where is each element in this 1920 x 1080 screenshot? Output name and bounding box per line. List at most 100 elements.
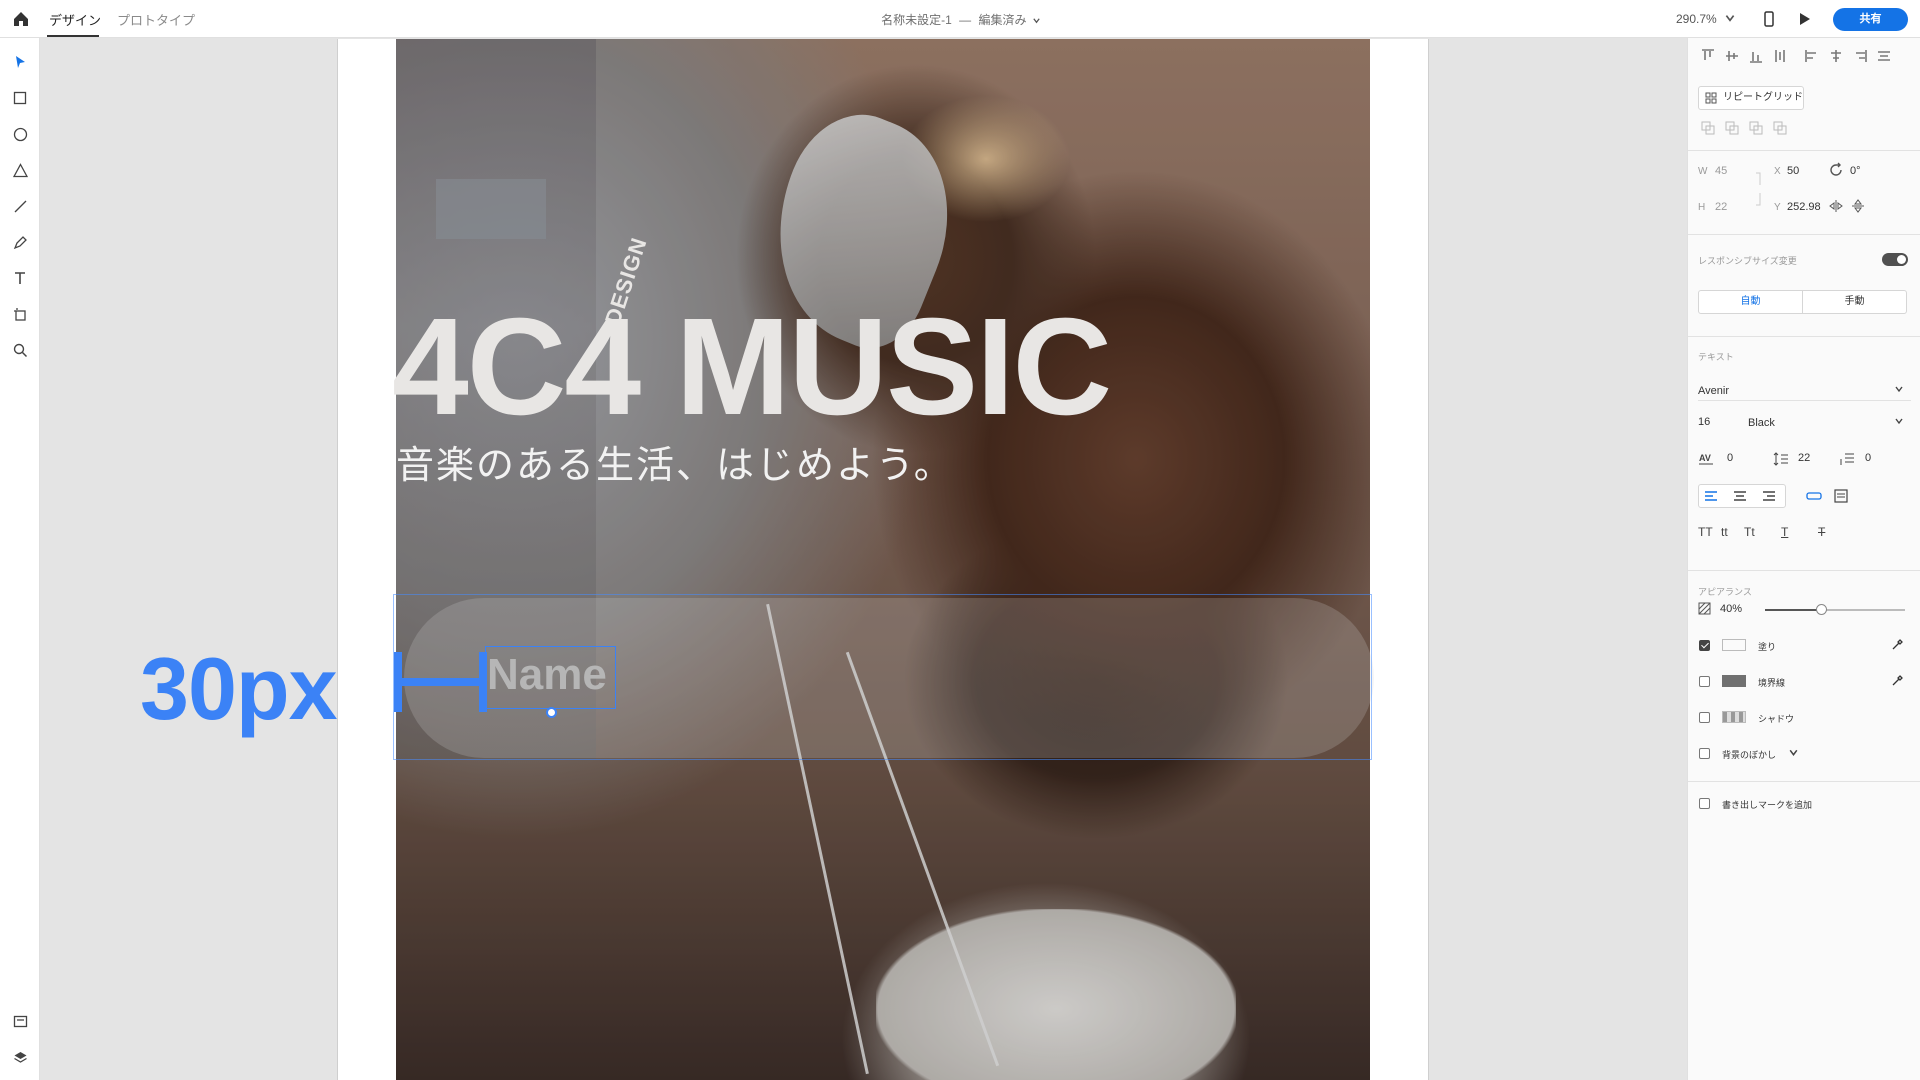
paragraph-spacing-icon — [1840, 453, 1854, 465]
opacity-field[interactable]: 40% — [1720, 603, 1742, 615]
align-right-icon[interactable] — [1852, 48, 1868, 64]
underline-button[interactable]: T — [1781, 525, 1788, 539]
fixed-size-icon[interactable] — [1833, 488, 1849, 504]
zoom-icon[interactable] — [10, 340, 30, 360]
lock-aspect-icon[interactable] — [1755, 171, 1763, 207]
width-label: W — [1698, 166, 1708, 177]
share-button[interactable]: 共有 — [1833, 8, 1908, 31]
device-preview-icon[interactable] — [1760, 10, 1778, 28]
active-tab-indicator — [47, 35, 99, 37]
boolean-add-icon[interactable] — [1700, 120, 1716, 136]
line-icon[interactable] — [10, 196, 30, 216]
font-size-field[interactable]: 16 — [1698, 416, 1710, 428]
x-label: X — [1774, 166, 1781, 177]
align-middle-icon[interactable] — [1724, 48, 1740, 64]
text-resize-handle[interactable] — [546, 707, 557, 718]
eyedropper-icon[interactable] — [1891, 673, 1905, 687]
boolean-exclude-icon[interactable] — [1772, 120, 1788, 136]
layers-icon[interactable] — [10, 1047, 30, 1067]
shadow-preview-swatch[interactable] — [1722, 711, 1746, 723]
font-family-dropdown[interactable]: Avenir — [1698, 385, 1729, 397]
document-status: 編集済み — [978, 13, 1027, 27]
character-spacing-icon: AV — [1699, 453, 1713, 465]
fill-color-swatch[interactable] — [1722, 639, 1746, 651]
divider — [1688, 150, 1920, 151]
rectangle-icon[interactable] — [10, 88, 30, 108]
spacing-guide-bar — [398, 678, 485, 686]
distribute-vertical-icon[interactable] — [1772, 48, 1788, 64]
background-blur-label: 背景のぼかし — [1722, 750, 1777, 760]
flip-horizontal-icon[interactable] — [1828, 198, 1844, 214]
chevron-down-icon[interactable] — [1788, 747, 1799, 758]
strikethrough-button[interactable]: T — [1818, 525, 1825, 539]
character-spacing-field[interactable]: 0 — [1727, 452, 1733, 464]
y-label: Y — [1774, 202, 1781, 213]
responsive-auto-button[interactable]: 自動 — [1698, 290, 1803, 314]
border-checkbox[interactable] — [1699, 676, 1710, 687]
distribute-horizontal-icon[interactable] — [1876, 48, 1892, 64]
brand-logo-text[interactable]: 4C4 MUSIC — [392, 298, 1112, 436]
opacity-slider-thumb[interactable] — [1816, 604, 1827, 615]
paragraph-spacing-field[interactable]: 0 — [1865, 452, 1871, 464]
border-label: 境界線 — [1758, 678, 1786, 688]
chevron-down-icon — [1895, 418, 1903, 425]
responsive-resize-label: レスポンシブサイズ変更 — [1698, 256, 1797, 266]
triangle-icon[interactable] — [10, 160, 30, 180]
zoom-level[interactable]: 290.7% — [1676, 12, 1717, 26]
text-align-center-icon[interactable] — [1732, 488, 1748, 504]
responsive-manual-button[interactable]: 手動 — [1802, 290, 1907, 314]
align-bottom-icon[interactable] — [1748, 48, 1764, 64]
spacing-annotation: 30px — [140, 639, 338, 738]
x-field[interactable]: 50 — [1787, 165, 1799, 177]
background-blur-checkbox[interactable] — [1699, 748, 1710, 759]
pen-icon[interactable] — [10, 232, 30, 252]
width-field[interactable]: 45 — [1715, 165, 1727, 177]
auto-width-icon[interactable] — [1806, 488, 1822, 504]
eyedropper-icon[interactable] — [1891, 637, 1905, 651]
ellipse-icon[interactable] — [10, 124, 30, 144]
zoom-chevron-down-icon[interactable] — [1724, 12, 1736, 24]
lowercase-button[interactable]: tt — [1721, 525, 1728, 539]
artboard-icon[interactable] — [10, 304, 30, 324]
chevron-down-icon — [1895, 386, 1903, 393]
shadow-checkbox[interactable] — [1699, 712, 1710, 723]
align-top-icon[interactable] — [1700, 48, 1716, 64]
opacity-icon — [1698, 602, 1711, 615]
repeat-grid-button[interactable]: リピートグリッド — [1698, 86, 1804, 110]
divider — [1688, 570, 1920, 571]
export-mark-checkbox[interactable] — [1699, 798, 1710, 809]
uppercase-button[interactable]: TT — [1698, 525, 1713, 539]
text-icon[interactable] — [10, 268, 30, 288]
repeat-grid-label: リピートグリッド — [1723, 92, 1803, 103]
text-align-right-icon[interactable] — [1761, 488, 1777, 504]
property-inspector: リピートグリッド W 45 X 50 0° H 22 Y 252.98 レスポン… — [1687, 38, 1920, 1080]
align-center-icon[interactable] — [1828, 48, 1844, 64]
responsive-resize-toggle[interactable] — [1882, 253, 1908, 266]
chevron-down-icon — [1033, 18, 1040, 24]
document-separator: — — [959, 13, 972, 27]
y-field[interactable]: 252.98 — [1787, 201, 1821, 213]
flip-vertical-icon[interactable] — [1850, 198, 1866, 214]
font-weight-dropdown[interactable]: Black — [1748, 417, 1775, 429]
text-align-left-icon[interactable] — [1703, 488, 1719, 504]
height-label: H — [1698, 202, 1706, 213]
tool-bar — [0, 38, 40, 1080]
border-color-swatch[interactable] — [1722, 675, 1746, 687]
fill-checkbox[interactable] — [1699, 640, 1710, 651]
canvas[interactable]: 4C4 MUSIC DESIGN 音楽のある生活、はじめよう。 Name 30p… — [40, 38, 1687, 1080]
divider — [1688, 336, 1920, 337]
height-field[interactable]: 22 — [1715, 201, 1727, 213]
tagline-text[interactable]: 音楽のある生活、はじめよう。 — [396, 434, 954, 489]
boolean-subtract-icon[interactable] — [1724, 120, 1740, 136]
line-spacing-field[interactable]: 22 — [1798, 452, 1810, 464]
align-left-icon[interactable] — [1804, 48, 1820, 64]
titlecase-button[interactable]: Tt — [1744, 525, 1755, 539]
play-icon[interactable] — [1795, 10, 1813, 28]
assets-icon[interactable] — [10, 1011, 30, 1031]
boolean-intersect-icon[interactable] — [1748, 120, 1764, 136]
line-spacing-icon — [1773, 452, 1788, 466]
export-mark-label: 書き出しマークを追加 — [1722, 800, 1813, 810]
select-icon[interactable] — [10, 52, 30, 72]
document-title[interactable]: 名称未設定-1 — 編集済み — [0, 11, 1920, 28]
rotation-field[interactable]: 0° — [1850, 165, 1861, 177]
